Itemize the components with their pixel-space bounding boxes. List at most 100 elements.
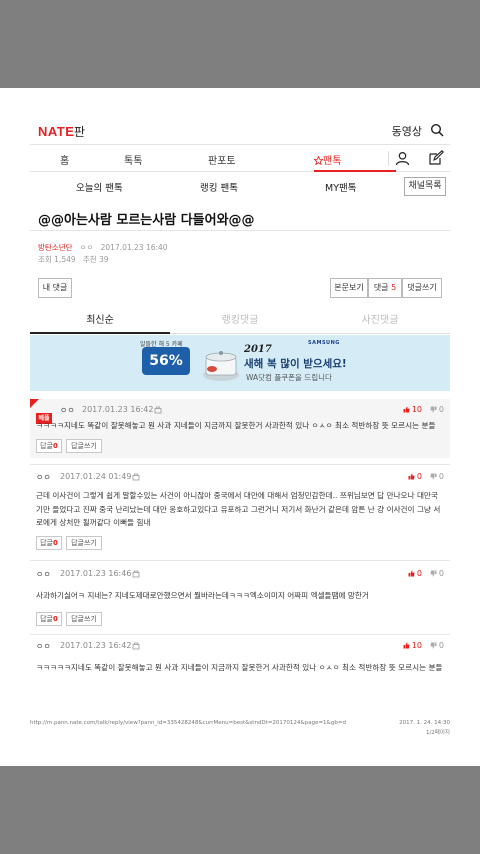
banner-subline: WA닷컴 플쿠폰을 드립니다: [246, 373, 332, 382]
post-title: @@아는사람 모르는사람 다들어와@@: [38, 213, 255, 228]
reply-count-button[interactable]: 답글0: [36, 439, 62, 453]
print-icon[interactable]: [154, 405, 162, 414]
comment-text: ㅋㅋㅋㅋ지네도 똑같이 잘못해놓고 뭔 사과 지네들이 지금까지 잘못한거 사과…: [36, 421, 436, 430]
site-header: NATE 판 동영상: [38, 122, 444, 142]
upvote-count[interactable]: 10: [403, 641, 422, 650]
comment-item: ㅇㅇ 2017.01.23 16:42 10 0 ㅋㅋㅋㅋㅋ지네도 똑같이 잘못…: [30, 641, 450, 675]
thumbs-up-icon: [403, 406, 410, 413]
upvote-count[interactable]: 0: [408, 472, 422, 481]
upvote-count[interactable]: 0: [408, 569, 422, 578]
discount-badge: 56%: [142, 347, 190, 375]
tab-fantalk[interactable]: 팬톡: [313, 152, 342, 167]
thumbs-down-icon: [430, 642, 437, 649]
comment-text: 근데 이사건이 그렇게 쉽게 말할수있는 사건이 아니잖아 중국에서 대만에 대…: [36, 491, 441, 527]
comment-header: ㅇㅇ 2017.01.23 16:42 10 0: [36, 405, 444, 417]
main-nav: 홈 톡톡 판포토 팬톡: [30, 144, 450, 172]
discount-percent: 56%: [149, 353, 183, 369]
print-url: http://m.pann.nate.com/talk/reply/view?p…: [30, 720, 346, 726]
channel-list-button[interactable]: 채널목록: [404, 177, 446, 196]
comments-count-button[interactable]: 댓글 5: [368, 278, 402, 298]
comment-text: 사과하기싫어ㅋ 지네는? 지네도제대로안했으면서 뭘바라는데ㅋㅋㅋ엑소이미지 어…: [36, 591, 369, 600]
nav-divider: [388, 151, 389, 166]
comment-date: 2017.01.24 01:49: [60, 472, 132, 481]
comment-item: ㅇㅇ 2017.01.24 01:49 0 0 근데 이사건이 그렇게 쉽게 말…: [30, 472, 450, 552]
nate-logo[interactable]: NATE: [38, 124, 74, 139]
comment-nick: ㅇㅇ: [36, 473, 51, 482]
active-tab-indicator: [314, 170, 396, 172]
reply-count-button[interactable]: 답글0: [36, 612, 62, 626]
comment-text: ㅋㅋㅋㅋㅋ지네도 똑같이 잘못해놓고 뭔 사과 지네들이 지금까지 잘못한거 사…: [36, 663, 443, 672]
downvote-count[interactable]: 0: [430, 472, 444, 481]
comment-sort-tabs: 최신순 랭킹댓글 사진댓글: [30, 310, 450, 334]
sort-ranking[interactable]: 랭킹댓글: [170, 310, 310, 334]
tab-home[interactable]: 홈: [60, 152, 69, 167]
thumbs-up-icon: [408, 570, 415, 577]
thumbs-down-icon: [430, 473, 437, 480]
post-stats: 조회 1,549 추천 39: [38, 254, 109, 265]
user-icon[interactable]: [395, 151, 410, 166]
comment-nick: ㅇㅇ: [36, 642, 51, 651]
thumbs-down-icon: [430, 570, 437, 577]
banner-headline: 새해 복 많이 받으세요!: [244, 358, 347, 370]
post-date: 2017.01.23 16:40: [100, 243, 168, 252]
downvote-count[interactable]: 0: [430, 405, 444, 414]
post-views: 조회 1,549: [38, 255, 76, 264]
post-nick: ㅇㅇ: [79, 243, 94, 252]
comment-nick: ㅇㅇ: [36, 570, 51, 579]
page-indicator: 1/2페이지: [425, 730, 450, 736]
sub-tab-my[interactable]: MY팬톡: [325, 180, 356, 194]
tab-fantalk-label: 팬톡: [323, 156, 342, 167]
print-icon[interactable]: [132, 569, 140, 578]
write-reply-button[interactable]: 답글쓰기: [66, 612, 102, 626]
video-link[interactable]: 동영상: [392, 123, 422, 139]
comment-divider: [30, 560, 450, 561]
printed-page: NATE 판 동영상 홈 톡톡 판포토 팬톡 오늘의 팬톡 랭킹 팬톡 MY팬톡…: [0, 88, 480, 766]
comment-header: ㅇㅇ 2017.01.23 16:46 0 0: [36, 569, 444, 581]
edit-icon[interactable]: [428, 150, 444, 166]
comment-date: 2017.01.23 16:42: [60, 641, 132, 650]
tab-talk[interactable]: 톡톡: [124, 152, 142, 167]
star-icon: [313, 155, 324, 166]
pann-logo[interactable]: 판: [74, 123, 85, 140]
comment-header: ㅇㅇ 2017.01.23 16:42 10 0: [36, 641, 444, 653]
sort-photo[interactable]: 사진댓글: [310, 310, 450, 334]
comment-nick: ㅇㅇ: [60, 406, 75, 415]
samsung-logo: SAMSUNG: [308, 340, 340, 346]
comment-divider: [30, 634, 450, 635]
search-icon[interactable]: [430, 123, 444, 137]
downvote-count[interactable]: 0: [430, 569, 444, 578]
write-comment-button[interactable]: 댓글쓰기: [402, 278, 442, 298]
sub-tab-today[interactable]: 오늘의 팬톡: [76, 180, 123, 194]
post-author[interactable]: 방탄소년단: [38, 243, 73, 252]
title-divider: [30, 230, 450, 231]
cookware-image: [203, 351, 239, 381]
comments-label: 댓글: [373, 283, 389, 292]
post-meta: 방탄소년단 ㅇㅇ 2017.01.23 16:40: [38, 242, 168, 253]
print-icon[interactable]: [132, 472, 140, 481]
comment-date: 2017.01.23 16:46: [60, 569, 132, 578]
thumbs-up-icon: [403, 642, 410, 649]
sub-nav: 오늘의 팬톡 랭킹 팬톡 MY팬톡 채널목록: [30, 174, 450, 198]
downvote-count[interactable]: 0: [430, 641, 444, 650]
write-reply-button[interactable]: 답글쓰기: [66, 536, 102, 550]
write-reply-button[interactable]: 답글쓰기: [66, 439, 102, 453]
banner-year: 2017: [244, 344, 272, 355]
sort-latest[interactable]: 최신순: [30, 310, 170, 334]
reply-count-button[interactable]: 답글0: [36, 536, 62, 550]
my-comments-button[interactable]: 내 댓글: [38, 278, 72, 298]
upvote-count[interactable]: 10: [403, 405, 422, 414]
post-likes: 추천 39: [82, 255, 109, 264]
tab-photo[interactable]: 판포토: [208, 152, 236, 167]
comment-divider: [30, 464, 450, 465]
comments-count: 5: [391, 283, 397, 292]
sub-tab-ranking[interactable]: 랭킹 팬톡: [200, 180, 238, 194]
print-icon[interactable]: [132, 641, 140, 650]
thumbs-down-icon: [430, 406, 437, 413]
view-body-button[interactable]: 본문보기: [330, 278, 368, 298]
comment-item: ㅇㅇ 2017.01.23 16:46 0 0 사과하기싫어ㅋ 지네는? 지네도…: [30, 569, 450, 629]
comment-date: 2017.01.23 16:42: [82, 405, 154, 414]
print-date: 2017. 1. 24. 14:30: [399, 720, 450, 726]
comment-item: 베플 ㅇㅇ 2017.01.23 16:42 10 0 ㅋㅋㅋㅋ지네도 똑같이 …: [30, 399, 450, 458]
ad-banner[interactable]: 알뜰한 해 5 카페 56% 2017 SAMSUNG 새해 복 많이 받으세요…: [30, 335, 450, 391]
comment-header: ㅇㅇ 2017.01.24 01:49 0 0: [36, 472, 444, 484]
